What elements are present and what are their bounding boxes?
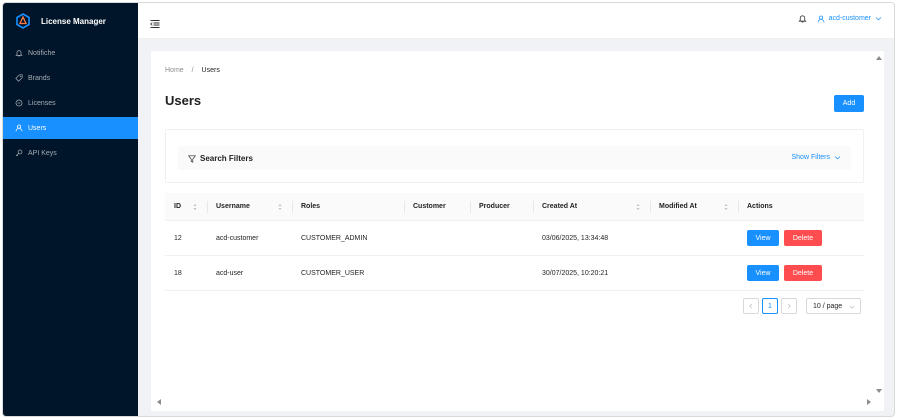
cell-actions: View Delete [738,265,864,281]
scroll-left-arrow-icon[interactable] [155,398,163,406]
column-label: Customer [413,203,446,210]
brand[interactable]: License Manager [3,3,138,39]
column-header-created-at[interactable]: Created At [533,193,650,220]
cell-roles: CUSTOMER_ADMIN [301,234,368,242]
search-filters-card: Search Filters Show Filters [165,129,864,183]
sidebar-item-brands[interactable]: Brands [3,67,138,89]
tag-icon [15,74,23,82]
chevron-down-icon [834,156,841,160]
cell-created-at: 03/06/2025, 13:34:48 [542,234,609,242]
column-label: Username [216,203,250,210]
user-icon [15,124,23,132]
column-header-roles: Roles [292,193,404,220]
cell-username: acd-customer [216,234,259,242]
main-content: Home / Users Users Add Search Filters Sh… [151,51,884,411]
breadcrumb-home[interactable]: Home [165,67,184,74]
column-header-username[interactable]: Username [207,193,292,220]
column-header-customer: Customer [404,193,470,220]
page-title: Users [165,93,202,108]
cell-id: 18 [174,269,182,277]
sidebar-item-label: Users [28,124,47,132]
api-key-icon [15,149,23,157]
scroll-up-arrow-icon[interactable] [875,54,883,62]
sort-icon[interactable] [724,203,728,211]
column-label: Created At [542,203,578,210]
sort-icon[interactable] [636,203,640,211]
app-window: License Manager Notifiche Brands License… [2,2,895,417]
column-header-producer: Producer [470,193,533,220]
user-menu[interactable]: acd-customer [829,15,871,22]
bell-icon [15,49,23,57]
column-header-modified-at[interactable]: Modified At [650,193,738,220]
search-filters-bar[interactable]: Search Filters Show Filters [178,146,851,170]
cell-actions: View Delete [738,230,864,246]
sidebar-item-api-keys[interactable]: API Keys [3,142,138,164]
top-header: acd-customer [138,3,894,39]
logo-icon [15,13,31,29]
delete-button[interactable]: Delete [784,265,822,281]
sidebar-item-users[interactable]: Users [3,117,138,139]
next-page-button[interactable] [781,298,797,314]
sidebar: License Manager Notifiche Brands License… [3,3,138,416]
add-user-button[interactable]: Add [834,95,864,112]
sort-icon[interactable] [278,203,282,211]
show-filters-label: Show Filters [791,154,830,161]
sidebar-item-label: API Keys [28,149,57,157]
filter-icon [188,154,196,163]
sidebar-item-label: Licenses [28,99,56,107]
cell-roles: CUSTOMER_USER [301,269,365,277]
column-label: ID [174,203,181,210]
app-title: License Manager [41,16,106,26]
pagination: 1 10 / page [743,298,861,314]
sidebar-item-notifiche[interactable]: Notifiche [3,42,138,64]
breadcrumb-current: Users [201,67,220,74]
page-number[interactable]: 1 [762,298,778,314]
column-label: Modified At [659,203,697,210]
user-menu-area: acd-customer [797,14,882,23]
column-label: Roles [301,203,321,210]
scroll-down-arrow-icon[interactable] [875,387,883,395]
sidebar-item-licenses[interactable]: Licenses [3,92,138,114]
breadcrumb: Home / Users [165,67,220,74]
show-filters-toggle[interactable]: Show Filters [791,154,841,161]
column-label: Producer [479,203,510,210]
menu-fold-icon[interactable] [150,16,160,28]
sort-icon[interactable] [193,203,197,211]
chevron-right-icon [787,303,791,309]
key-icon [15,99,23,107]
chevron-down-icon[interactable] [875,15,882,22]
column-header-actions: Actions [738,193,864,220]
table-row: 12 acd-customer CUSTOMER_ADMIN 03/06/202… [165,221,864,256]
page-size-select[interactable]: 10 / page [806,298,861,314]
user-icon [817,15,825,23]
view-button[interactable]: View [747,265,779,281]
notification-bell-icon[interactable] [797,14,807,23]
chevron-left-icon [749,303,753,309]
column-label: Actions [747,203,773,210]
cell-username: acd-user [216,269,244,277]
breadcrumb-separator: / [191,67,194,74]
column-header-id[interactable]: ID [165,193,207,220]
search-filters-title: Search Filters [188,154,253,163]
prev-page-button[interactable] [743,298,759,314]
table-header: ID Username Roles Customer Producer Crea… [165,193,864,221]
search-filters-label: Search Filters [200,154,253,163]
sidebar-menu: Notifiche Brands Licenses Users API Keys [3,42,138,164]
chevron-down-icon [849,305,855,309]
view-button[interactable]: View [747,230,779,246]
sidebar-item-label: Notifiche [28,49,56,57]
table-row: 18 acd-user CUSTOMER_USER 30/07/2025, 10… [165,256,864,291]
cell-created-at: 30/07/2025, 10:20:21 [542,269,609,277]
delete-button[interactable]: Delete [784,230,822,246]
page-size-value: 10 / page [813,302,843,310]
sidebar-item-label: Brands [28,74,51,82]
scroll-right-arrow-icon[interactable] [865,398,873,406]
users-table: ID Username Roles Customer Producer Crea… [165,193,864,291]
cell-id: 12 [174,234,182,242]
